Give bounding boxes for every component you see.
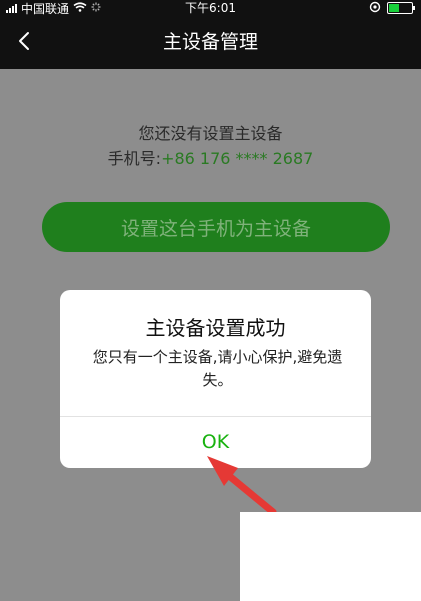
- no-primary-device-text: 您还没有设置主设备: [138, 124, 283, 143]
- phone-value: +86 176 **** 2687: [161, 149, 314, 168]
- device-info: 您还没有设置主设备 手机号:+86 176 **** 2687: [0, 121, 421, 171]
- battery-icon: [387, 2, 415, 14]
- nav-bar: 主设备管理: [0, 16, 421, 69]
- status-bar: 中国联通 下午6:01: [0, 0, 421, 16]
- location-icon: [369, 1, 381, 16]
- status-time: 下午6:01: [185, 1, 236, 15]
- phone-label: 手机号:: [107, 149, 162, 168]
- page-title: 主设备管理: [162, 31, 258, 53]
- dialog-title: 主设备设置成功: [145, 316, 286, 340]
- ok-button[interactable]: OK: [60, 417, 371, 468]
- set-primary-device-button[interactable]: 设置这台手机为主设备: [42, 202, 390, 252]
- white-overlay-patch: [240, 512, 421, 601]
- success-dialog: 主设备设置成功 您只有一个主设备,请小心保护,避免遗失。 OK: [60, 290, 371, 468]
- phone-line: 手机号:+86 176 **** 2687: [0, 146, 421, 171]
- status-right: [369, 0, 415, 16]
- dialog-message: 您只有一个主设备,请小心保护,避免遗失。: [92, 348, 343, 389]
